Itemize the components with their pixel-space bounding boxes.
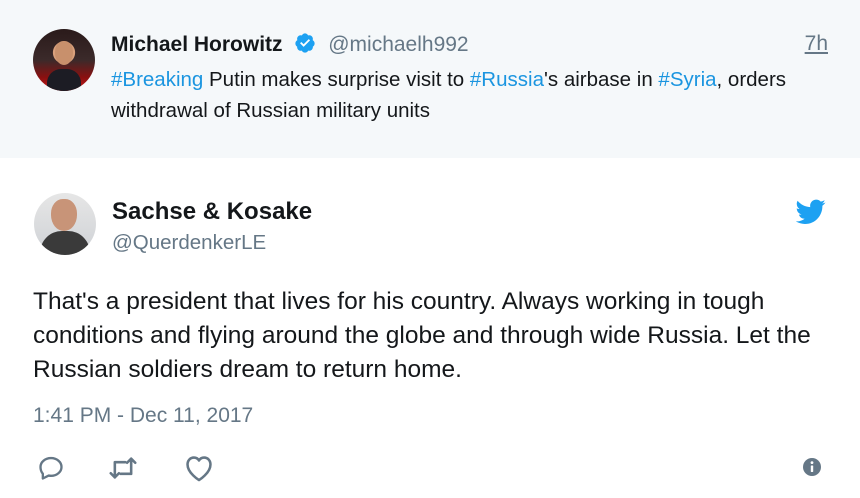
parent-avatar[interactable] bbox=[33, 29, 95, 91]
parent-author-name[interactable]: Michael Horowitz bbox=[111, 33, 283, 56]
verified-badge-icon bbox=[295, 33, 315, 53]
parent-author-handle[interactable]: @michaelh992 bbox=[328, 33, 468, 56]
heart-icon[interactable] bbox=[183, 454, 215, 482]
reply-avatar[interactable] bbox=[34, 193, 96, 255]
tweet-actions bbox=[0, 450, 860, 486]
reply-icon[interactable] bbox=[36, 454, 66, 482]
avatar-body bbox=[40, 231, 90, 255]
parent-tweet-text: #Breaking Putin makes surprise visit to … bbox=[111, 64, 801, 126]
avatar-suit bbox=[47, 69, 81, 91]
parent-timestamp[interactable]: 7h bbox=[805, 32, 828, 56]
twitter-bird-icon[interactable] bbox=[796, 199, 826, 225]
tweet-text-fragment: 's airbase in bbox=[543, 68, 659, 91]
hashtag-link[interactable]: #Breaking bbox=[111, 68, 203, 91]
reply-timestamp[interactable]: 1:41 PM - Dec 11, 2017 bbox=[33, 404, 253, 428]
tweet-text-fragment: Putin makes surprise visit to bbox=[203, 68, 470, 91]
reply-author-handle[interactable]: @QuerdenkerLE bbox=[112, 231, 266, 255]
reply-tweet-text: That's a president that lives for his co… bbox=[33, 288, 811, 383]
info-icon[interactable] bbox=[802, 457, 822, 477]
retweet-icon[interactable] bbox=[106, 454, 140, 482]
avatar-face bbox=[51, 199, 77, 231]
reply-author-name[interactable]: Sachse & Kosake bbox=[112, 198, 312, 226]
hashtag-link[interactable]: #Russia bbox=[470, 68, 544, 91]
avatar-face bbox=[55, 41, 73, 65]
hashtag-link[interactable]: #Syria bbox=[658, 68, 716, 91]
parent-tweet[interactable]: Michael Horowitz @michaelh992 7h #Breaki… bbox=[0, 0, 860, 158]
parent-header: Michael Horowitz @michaelh992 bbox=[111, 32, 469, 58]
